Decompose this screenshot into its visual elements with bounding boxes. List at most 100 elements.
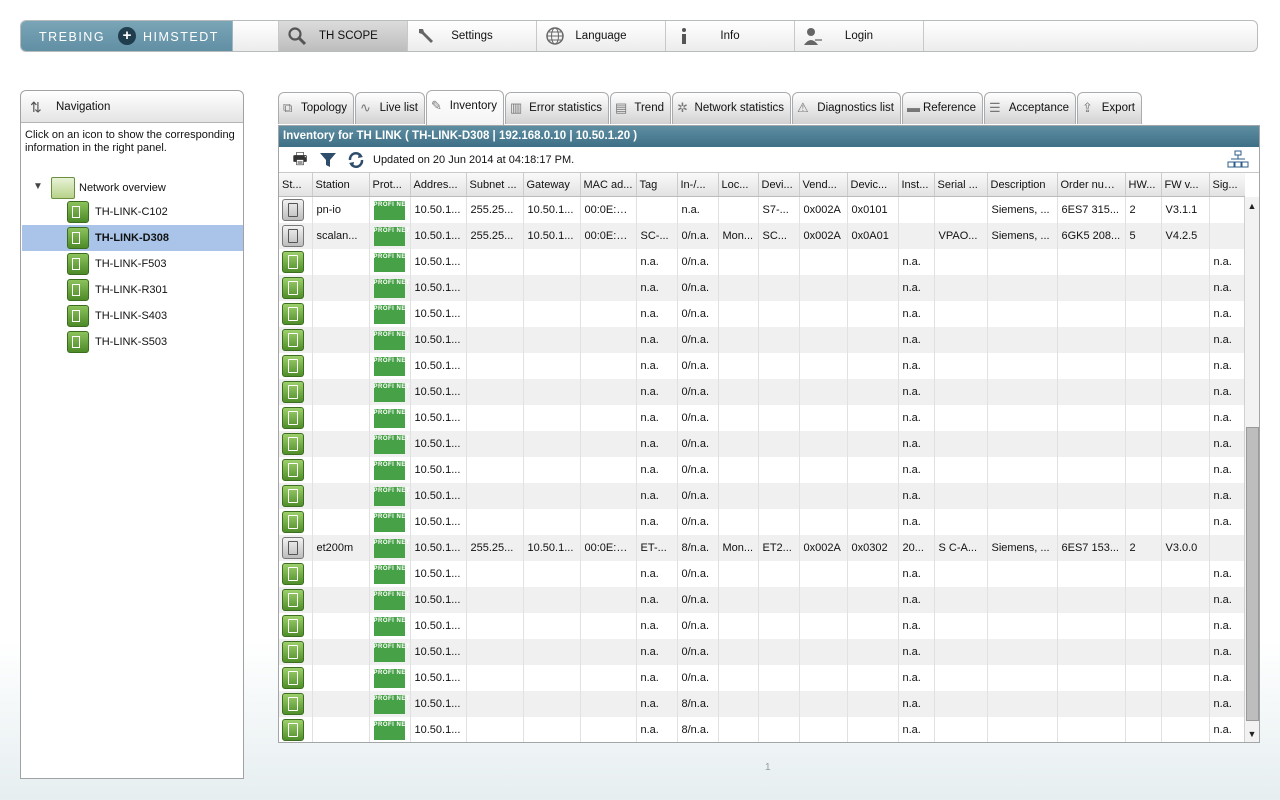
tree-item-th-link-s503[interactable]: TH-LINK-S503 (22, 329, 243, 355)
table-row[interactable]: PROFI NET 10.50.1... n.a. 0/n.a. n.a. n.a. (279, 509, 1245, 535)
column-header[interactable]: Vend... (799, 173, 848, 197)
column-header[interactable]: Sig... (1209, 173, 1245, 197)
tab-network-statistics[interactable]: ✲ Network statistics (672, 92, 791, 124)
device-status-green-icon[interactable] (282, 719, 304, 741)
device-status-gray-icon[interactable] (282, 225, 304, 247)
table-row[interactable]: PROFI NET 10.50.1... n.a. 8/n.a. n.a. n.a. (279, 717, 1245, 742)
menu-settings[interactable]: Settings (407, 21, 536, 51)
column-header[interactable]: HW... (1125, 173, 1162, 197)
table-row[interactable]: PROFI NET 10.50.1... n.a. 0/n.a. n.a. n.a. (279, 301, 1245, 327)
device-status-green-icon[interactable] (282, 589, 304, 611)
tree-item-th-link-f503[interactable]: TH-LINK-F503 (22, 251, 243, 277)
table-row[interactable]: pn-io PROFI NET 10.50.1... 255.25... 10.50.1… (279, 196, 1245, 223)
tree-item-th-link-s403[interactable]: TH-LINK-S403 (22, 303, 243, 329)
tree-item-label[interactable]: TH-LINK-R301 (95, 284, 168, 296)
device-status-green-icon[interactable] (282, 511, 304, 533)
table-row[interactable]: PROFI NET 10.50.1... n.a. 0/n.a. n.a. n.a. (279, 431, 1245, 457)
menu-info[interactable]: Info (665, 21, 794, 51)
menu-th-scope[interactable]: TH SCOPE (278, 21, 407, 51)
tab-diagnostics-list[interactable]: ⚠ Diagnostics list (792, 92, 901, 124)
device-status-green-icon[interactable] (282, 303, 304, 325)
device-status-green-icon[interactable] (282, 485, 304, 507)
column-header[interactable]: Prot... (369, 173, 411, 197)
table-row[interactable]: PROFI NET 10.50.1... n.a. 0/n.a. n.a. n.a. (279, 405, 1245, 431)
vertical-scrollbar[interactable]: ▲ ▼ (1244, 197, 1259, 742)
menu-language[interactable]: Language (536, 21, 665, 51)
device-status-green-icon[interactable] (282, 433, 304, 455)
tree-network-overview[interactable]: ▼ Network overview (31, 177, 231, 199)
table-row[interactable]: PROFI NET 10.50.1... n.a. 0/n.a. n.a. n.a. (279, 457, 1245, 483)
network-overview-icon[interactable] (51, 177, 75, 199)
tree-item-th-link-r301[interactable]: TH-LINK-R301 (22, 277, 243, 303)
device-status-green-icon[interactable] (282, 381, 304, 403)
column-header[interactable]: MAC ad... (580, 173, 637, 197)
table-row[interactable]: PROFI NET 10.50.1... n.a. 0/n.a. n.a. n.a. (279, 379, 1245, 405)
tab-trend[interactable]: ▤ Trend (610, 92, 671, 124)
th-link-device-icon[interactable] (67, 331, 89, 353)
table-row[interactable]: PROFI NET 10.50.1... n.a. 0/n.a. n.a. n.a. (279, 353, 1245, 379)
column-header[interactable]: Order num... (1057, 173, 1126, 197)
th-link-device-icon[interactable] (67, 201, 89, 223)
tree-item-label[interactable]: TH-LINK-S403 (95, 310, 167, 322)
tree-item-th-link-d308[interactable]: TH-LINK-D308 (22, 225, 243, 251)
table-row[interactable]: PROFI NET 10.50.1... n.a. 0/n.a. n.a. n.a. (279, 275, 1245, 301)
table-row[interactable]: PROFI NET 10.50.1... n.a. 0/n.a. n.a. n.a. (279, 639, 1245, 665)
table-row[interactable]: PROFI NET 10.50.1... n.a. 0/n.a. n.a. n.a. (279, 613, 1245, 639)
tab-acceptance[interactable]: ☰ Acceptance (984, 92, 1076, 124)
column-header[interactable]: Station (312, 173, 370, 197)
device-status-gray-icon[interactable] (282, 537, 304, 559)
column-header[interactable]: Description (987, 173, 1058, 197)
device-status-gray-icon[interactable] (282, 199, 304, 221)
column-header[interactable]: Devi... (758, 173, 800, 197)
refresh-icon[interactable] (347, 151, 365, 169)
th-link-device-icon[interactable] (67, 305, 89, 327)
column-header[interactable]: St... (279, 173, 313, 197)
table-row[interactable]: PROFI NET 10.50.1... n.a. 0/n.a. n.a. n.a. (279, 327, 1245, 353)
device-status-green-icon[interactable] (282, 459, 304, 481)
device-status-green-icon[interactable] (282, 563, 304, 585)
tree-item-label[interactable]: TH-LINK-C102 (95, 206, 168, 218)
column-header[interactable]: FW v... (1161, 173, 1210, 197)
th-link-device-icon[interactable] (67, 279, 89, 301)
network-tree-icon[interactable] (1227, 150, 1249, 169)
tab-error-statistics[interactable]: ▥ Error statistics (505, 92, 609, 124)
device-status-green-icon[interactable] (282, 615, 304, 637)
th-link-device-icon[interactable] (67, 253, 89, 275)
device-status-green-icon[interactable] (282, 667, 304, 689)
tree-item-label[interactable]: TH-LINK-F503 (95, 258, 167, 270)
page-number[interactable]: 1 (765, 762, 771, 773)
device-status-green-icon[interactable] (282, 641, 304, 663)
tree-root-label[interactable]: Network overview (79, 182, 166, 194)
menu-login[interactable]: Login (794, 21, 923, 51)
table-row[interactable]: PROFI NET 10.50.1... n.a. 0/n.a. n.a. n.a. (279, 587, 1245, 613)
scroll-down-arrow-icon[interactable]: ▼ (1245, 727, 1259, 741)
th-link-device-icon[interactable] (67, 227, 89, 249)
column-header[interactable]: Inst... (898, 173, 935, 197)
column-header[interactable]: Devic... (847, 173, 899, 197)
tree-item-th-link-c102[interactable]: TH-LINK-C102 (22, 199, 243, 225)
device-status-green-icon[interactable] (282, 693, 304, 715)
device-status-green-icon[interactable] (282, 407, 304, 429)
tab-export[interactable]: ⇪ Export (1077, 92, 1142, 124)
table-row[interactable]: PROFI NET 10.50.1... n.a. 0/n.a. n.a. n.a. (279, 483, 1245, 509)
table-row[interactable]: PROFI NET 10.50.1... n.a. 8/n.a. n.a. n.a. (279, 691, 1245, 717)
column-header[interactable]: Tag (636, 173, 678, 197)
column-header[interactable]: Gateway (523, 173, 581, 197)
tree-item-label[interactable]: TH-LINK-D308 (95, 232, 169, 244)
tab-topology[interactable]: ⧉ Topology (278, 92, 354, 124)
column-header[interactable]: Addres... (410, 173, 467, 197)
table-row[interactable]: et200m PROFI NET 10.50.1... 255.25... 10.50.… (279, 535, 1245, 561)
tab-reference[interactable]: ▬ Reference (902, 92, 983, 124)
device-status-green-icon[interactable] (282, 329, 304, 351)
print-icon[interactable]: 🖶 (291, 151, 309, 169)
device-status-green-icon[interactable] (282, 251, 304, 273)
table-row[interactable]: PROFI NET 10.50.1... n.a. 0/n.a. n.a. n.a. (279, 665, 1245, 691)
tab-live-list[interactable]: ∿ Live list (355, 92, 425, 124)
tab-inventory[interactable]: ✎ Inventory (426, 90, 504, 125)
table-row[interactable]: PROFI NET 10.50.1... n.a. 0/n.a. n.a. n.a. (279, 249, 1245, 275)
tree-item-label[interactable]: TH-LINK-S503 (95, 336, 167, 348)
column-header[interactable]: Serial ... (934, 173, 988, 197)
column-header[interactable]: Loc... (718, 173, 759, 197)
device-status-green-icon[interactable] (282, 277, 304, 299)
collapse-arrow-icon[interactable]: ▼ (33, 181, 43, 192)
